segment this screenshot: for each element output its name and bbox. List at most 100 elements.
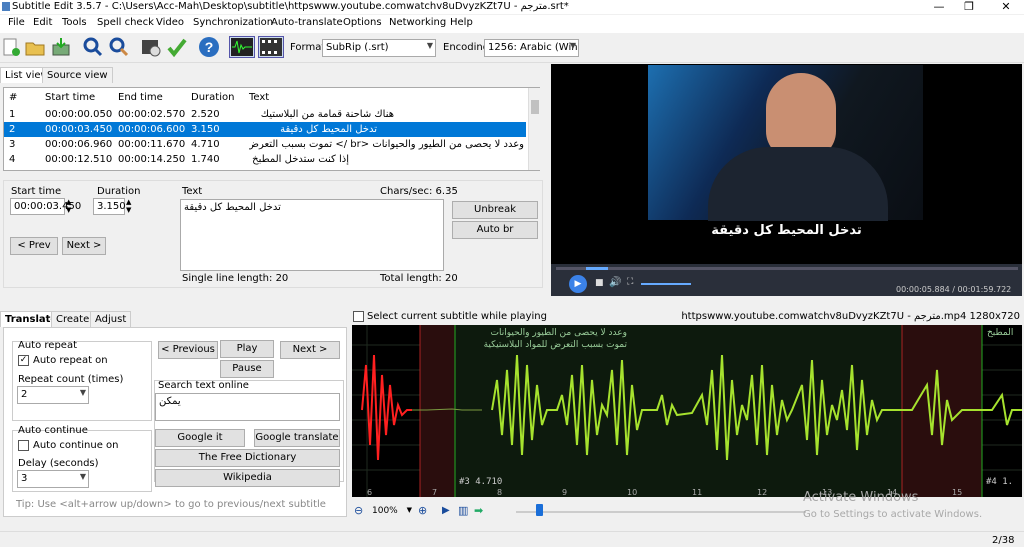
move-forward-icon[interactable]: ➡ (474, 504, 483, 517)
subtitle-text-editor[interactable]: تدخل المحيط كل دقيقة (180, 199, 444, 271)
row-duration: 2.520 (191, 109, 220, 120)
auto-repeat-checkbox[interactable]: ✓ (18, 355, 29, 366)
start-time-label: Start time (11, 186, 62, 197)
chars-sec-label: Chars/sec: 6.35 (380, 186, 458, 197)
col-text[interactable]: Text (249, 92, 269, 103)
audio-waveform[interactable]: 6 7 8 9 10 11 12 13 14 15 وعدد لا يحصى م… (352, 325, 1022, 497)
table-row[interactable]: 3 00:00:06.960 00:00:11.670 4.710 وعدد ل… (4, 137, 526, 152)
maximize-button[interactable]: ❐ (955, 0, 983, 14)
waveform-right-label: المطبخ (987, 328, 1014, 338)
google-it-button[interactable]: Google it (155, 429, 245, 447)
play-next-icon[interactable]: ▶ (442, 505, 450, 516)
auto-repeat-title: Auto repeat (18, 340, 77, 351)
fullscreen-icon[interactable]: ⛶ (627, 277, 633, 287)
col-start-time[interactable]: Start time (45, 92, 95, 103)
select-current-checkbox[interactable] (353, 311, 364, 322)
col-number[interactable]: # (9, 92, 17, 103)
volume-icon[interactable]: 🔊 (609, 277, 621, 288)
bottom-tabs: Translate Create Adjust (0, 311, 350, 327)
open-icon[interactable] (24, 36, 46, 58)
stop-icon[interactable]: ■ (595, 278, 604, 288)
subtitle-text-value: تدخل المحيط كل دقيقة (184, 202, 281, 213)
start-time-input[interactable]: 00:00:03.450 (10, 198, 81, 215)
menu-options[interactable]: Options (343, 17, 382, 28)
waveform-icon[interactable] (229, 36, 255, 58)
auto-br-button[interactable]: Auto br (452, 221, 538, 239)
waveform-position-slider[interactable] (516, 511, 806, 513)
menu-file[interactable]: File (8, 17, 25, 28)
menu-auto-translate[interactable]: Auto-translate (271, 17, 343, 28)
video-icon[interactable] (258, 36, 284, 58)
video-progress[interactable] (556, 267, 1018, 270)
find-icon[interactable] (82, 36, 104, 58)
menu-edit[interactable]: Edit (33, 17, 52, 28)
col-end-time[interactable]: End time (118, 92, 163, 103)
visual-sync-icon[interactable] (140, 36, 162, 58)
duration-input[interactable]: 3.150 (93, 198, 126, 215)
spell-check-icon[interactable] (166, 36, 188, 58)
chevron-down-icon: ▼ (79, 388, 86, 397)
waveform-text-top: وعدد لا يحصى من الطيور والحيوانات (490, 328, 628, 338)
wikipedia-button[interactable]: Wikipedia (155, 469, 340, 487)
scrollbar-thumb[interactable] (531, 100, 539, 114)
next-button[interactable]: Next > (62, 237, 106, 255)
video-progress-fill (586, 267, 608, 270)
tab-create[interactable]: Create (51, 311, 95, 327)
zoom-out-icon[interactable]: ⊖ (354, 504, 363, 517)
video-time: 00:00:05.884 / 00:01:59.722 (896, 285, 1012, 294)
next-button[interactable]: Next > (280, 341, 340, 359)
search-text-input[interactable]: يمكن (155, 393, 340, 421)
zoom-in-icon[interactable]: ⊕ (418, 504, 427, 517)
duration-spinner-icon[interactable]: ▲ ▼ (126, 198, 131, 214)
table-row[interactable]: 1 00:00:00.050 00:00:02.570 2.520 هناك ش… (4, 107, 526, 122)
select-current-label: Select current subtitle while playing (367, 311, 547, 322)
menu-networking[interactable]: Networking (389, 17, 446, 28)
row-number: 3 (9, 139, 16, 150)
zoom-select[interactable]: 100% ▼ (370, 504, 414, 520)
tab-adjust[interactable]: Adjust (90, 311, 132, 327)
table-row[interactable]: 4 00:00:12.510 00:00:14.250 1.740 إذا كن… (4, 152, 526, 167)
svg-text:?: ? (205, 39, 214, 55)
row-end: 00:00:14.250 (118, 154, 186, 165)
subtitle-counter: 2/38 (992, 535, 1015, 546)
menu-video[interactable]: Video (156, 17, 184, 28)
delay-select[interactable]: 3 ▼ (17, 470, 89, 488)
previous-button[interactable]: < Previous (158, 341, 218, 359)
window-title: Subtitle Edit 3.5.7 - C:\Users\Acc-Mah\D… (12, 1, 569, 12)
play-icon[interactable]: ▶ (569, 275, 587, 293)
minimize-button[interactable]: — (925, 0, 953, 14)
prev-button[interactable]: < Prev (10, 237, 58, 255)
video-player[interactable]: تدخل المحيط كل دقيقة ▶ ■ 🔊 ⛶ 00:00:05.88… (551, 64, 1022, 296)
edit-panel: Start time 00:00:03.450 ▲ ▼ Duration 3.15… (3, 180, 543, 288)
search-online-label: Search text online (158, 380, 249, 391)
tab-source-view[interactable]: Source view (42, 67, 113, 83)
play-button[interactable]: Play (220, 340, 274, 358)
start-time-spinner-icon[interactable]: ▲ ▼ (66, 198, 71, 214)
unbreak-button[interactable]: Unbreak (452, 201, 538, 219)
format-select[interactable]: SubRip (.srt) ▼ (322, 39, 436, 57)
new-icon[interactable] (0, 36, 22, 58)
col-duration[interactable]: Duration (191, 92, 234, 103)
menu-tools[interactable]: Tools (62, 17, 87, 28)
free-dictionary-button[interactable]: The Free Dictionary (155, 449, 340, 467)
encoding-select[interactable]: 1256: Arabic (Windo▼ (484, 39, 579, 57)
tick-label: 6 (367, 488, 372, 497)
waveform-slider-thumb[interactable] (536, 504, 543, 516)
grid-scrollbar[interactable] (528, 88, 540, 170)
replace-icon[interactable] (108, 36, 130, 58)
google-translate-button[interactable]: Google translate (254, 429, 340, 447)
help-icon[interactable]: ? (198, 36, 220, 58)
menu-help[interactable]: Help (450, 17, 473, 28)
menu-synchronization[interactable]: Synchronization (193, 17, 273, 28)
auto-continue-checkbox[interactable] (18, 440, 29, 451)
pause-button[interactable]: Pause (220, 360, 274, 378)
volume-slider[interactable] (641, 283, 691, 285)
columns-icon[interactable]: ▥ (458, 504, 468, 517)
table-row[interactable]: 2 00:00:03.450 00:00:06.600 3.150 تدخل ا… (4, 122, 526, 137)
tip-text: Tip: Use <alt+arrow up/down> to go to pr… (16, 499, 326, 510)
menu-spell-check[interactable]: Spell check (97, 17, 154, 28)
save-icon[interactable] (50, 36, 72, 58)
repeat-count-select[interactable]: 2 ▼ (17, 386, 89, 404)
close-button[interactable]: ✕ (992, 0, 1020, 14)
tick-label: 11 (692, 488, 702, 497)
